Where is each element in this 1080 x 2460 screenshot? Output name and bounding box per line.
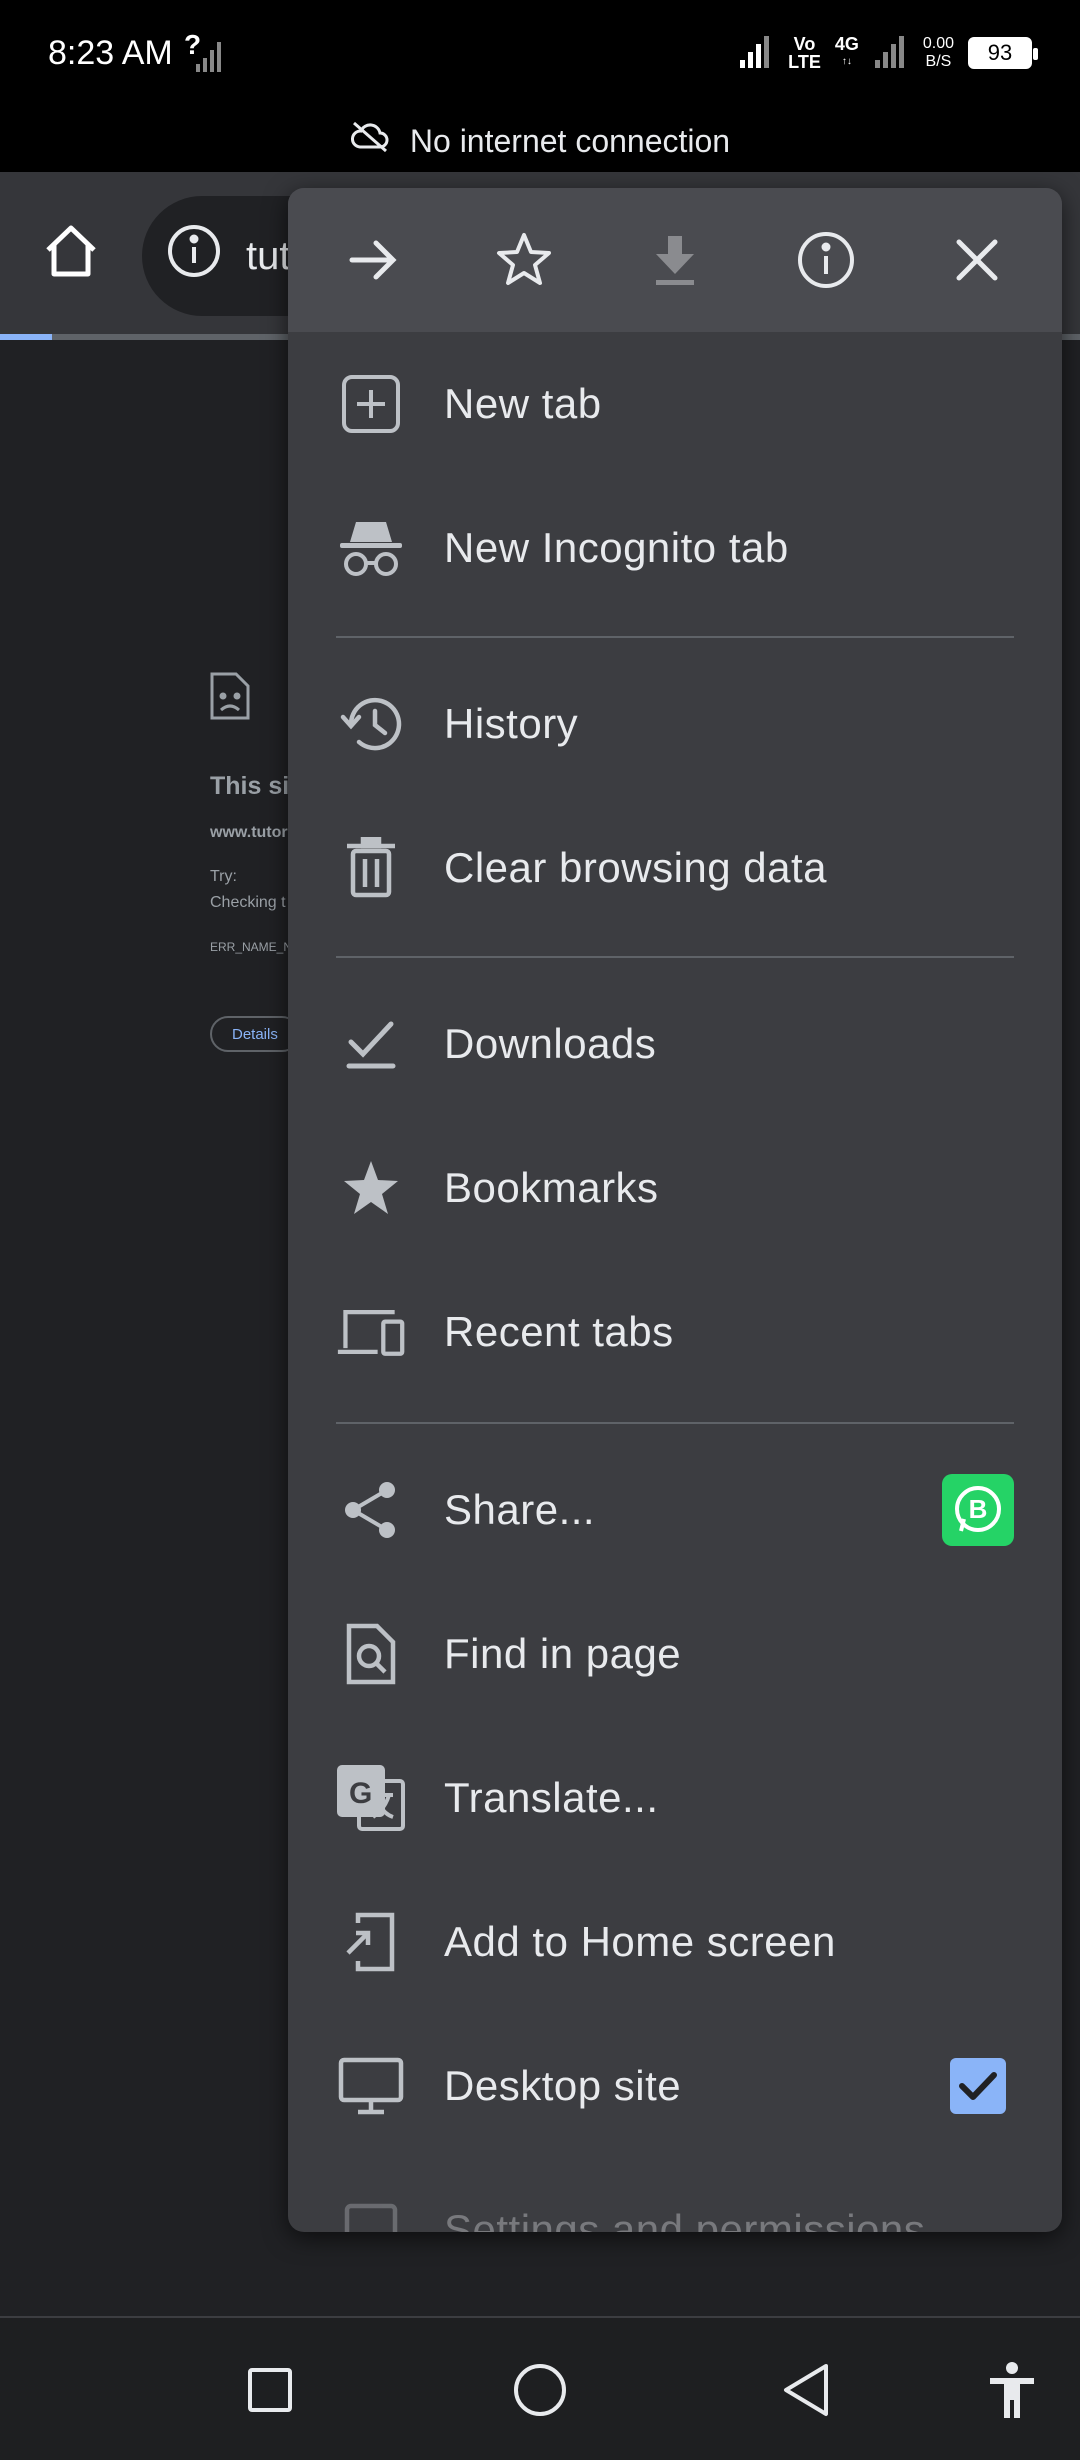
- volte-indicator: Vo LTE: [788, 33, 821, 72]
- menu-divider: [336, 956, 1014, 958]
- star-outline-icon[interactable]: [494, 230, 554, 290]
- svg-text:G: G: [349, 1777, 372, 1810]
- cloud-off-icon: [350, 121, 390, 161]
- info-icon[interactable]: [166, 223, 222, 289]
- menu-item-label: Settings and permissions: [444, 2206, 926, 2232]
- status-time: 8:23 AM: [48, 34, 173, 72]
- overflow-menu: New tab New Incognito tab History Clear …: [288, 188, 1062, 2232]
- accessibility-button[interactable]: [974, 2352, 1050, 2428]
- devices-icon: [336, 1297, 406, 1367]
- settings-icon: [336, 2195, 406, 2232]
- url-text: tut: [246, 233, 291, 278]
- history-icon: [336, 689, 406, 759]
- download-check-icon: [336, 1009, 406, 1079]
- menu-item-recent-tabs[interactable]: Recent tabs: [288, 1260, 1062, 1404]
- menu-action-row: [288, 188, 1062, 332]
- menu-item-label: New Incognito tab: [444, 524, 789, 571]
- menu-item-label: New tab: [444, 380, 602, 427]
- home-icon[interactable]: [40, 220, 102, 282]
- download-icon[interactable]: [645, 230, 705, 290]
- translate-icon: G: [336, 1763, 406, 1833]
- menu-item-label: History: [444, 700, 579, 747]
- menu-item-add-to-home-screen[interactable]: Add to Home screen: [288, 1870, 1062, 2014]
- close-icon[interactable]: [947, 230, 1007, 290]
- back-button[interactable]: [768, 2352, 844, 2428]
- whatsapp-business-share-button[interactable]: B: [942, 1474, 1014, 1546]
- desktop-site-checkbox[interactable]: [950, 2058, 1006, 2114]
- share-icon: [336, 1475, 406, 1545]
- menu-item-label: Clear browsing data: [444, 844, 828, 891]
- circle-icon: [514, 2364, 566, 2416]
- monitor-icon: [336, 2051, 406, 2121]
- menu-item-clear-browsing-data[interactable]: Clear browsing data: [288, 796, 1062, 940]
- offline-text: No internet connection: [409, 122, 731, 159]
- network-speed: 0.00 B/S: [922, 34, 954, 70]
- check-icon: [959, 2072, 997, 2100]
- recents-button[interactable]: [232, 2352, 308, 2428]
- forward-icon[interactable]: [343, 230, 403, 290]
- triangle-back-icon: [784, 2364, 828, 2416]
- menu-item-label: Bookmarks: [444, 1164, 659, 1211]
- battery-indicator: 93: [968, 36, 1038, 69]
- error-try-label: Try:: [210, 868, 237, 885]
- star-filled-icon: [336, 1153, 406, 1223]
- menu-item-downloads[interactable]: Downloads: [288, 972, 1062, 1116]
- menu-divider: [336, 1422, 1014, 1424]
- error-suggestion: Checking t: [210, 894, 286, 911]
- menu-item-label: Share...: [444, 1486, 596, 1533]
- svg-text:?: ?: [184, 30, 201, 60]
- home-nav-button[interactable]: [502, 2352, 578, 2428]
- menu-item-label: Downloads: [444, 1020, 657, 1067]
- menu-item-new-tab[interactable]: New tab: [288, 332, 1062, 476]
- network-indicator: 4G ↑↓: [834, 33, 859, 67]
- trash-icon: [336, 833, 406, 903]
- menu-item-label: Recent tabs: [444, 1308, 674, 1355]
- error-url: www.tutori: [210, 824, 293, 841]
- signal-unknown-icon: ?: [182, 29, 226, 79]
- signal-icon: [738, 30, 774, 75]
- error-code: ERR_NAME_N: [210, 940, 293, 954]
- menu-item-new-incognito-tab[interactable]: New Incognito tab: [288, 476, 1062, 620]
- menu-item-label: Desktop site: [444, 2062, 682, 2109]
- add-to-home-icon: [336, 1907, 406, 1977]
- accessibility-icon: [990, 2362, 1034, 2418]
- page-info-icon[interactable]: [796, 230, 856, 290]
- incognito-icon: [336, 513, 406, 583]
- offline-banner: No internet connection: [0, 110, 1080, 172]
- menu-item-share[interactable]: Share... B: [288, 1438, 1062, 1582]
- menu-item-translate[interactable]: G Translate...: [288, 1726, 1062, 1870]
- menu-divider: [336, 636, 1014, 638]
- menu-item-label: Find in page: [444, 1630, 682, 1677]
- menu-item-find-in-page[interactable]: Find in page: [288, 1582, 1062, 1726]
- signal-icon-2: [873, 30, 909, 75]
- square-icon: [248, 2368, 292, 2412]
- status-right: Vo LTE 4G ↑↓ 0.00 B/S 93: [738, 30, 1038, 75]
- plus-box-icon: [336, 369, 406, 439]
- menu-item-label: Translate...: [444, 1774, 659, 1821]
- whatsapp-business-icon: B: [955, 1486, 1001, 1532]
- error-title: This si: [210, 772, 290, 800]
- svg-text:B: B: [969, 1494, 988, 1524]
- menu-item-bookmarks[interactable]: Bookmarks: [288, 1116, 1062, 1260]
- details-button[interactable]: Details: [210, 1016, 300, 1052]
- menu-item-settings-and-permissions[interactable]: Settings and permissions: [288, 2158, 1062, 2232]
- menu-item-label: Add to Home screen: [444, 1918, 836, 1965]
- menu-item-desktop-site[interactable]: Desktop site: [288, 2014, 1062, 2158]
- sad-page-icon: [208, 670, 252, 722]
- system-nav-bar: [0, 2316, 1080, 2460]
- find-in-page-icon: [336, 1619, 406, 1689]
- menu-item-history[interactable]: History: [288, 652, 1062, 796]
- status-bar: 8:23 AM ? Vo LTE 4G ↑↓ 0.00 B/S 93: [0, 0, 1080, 110]
